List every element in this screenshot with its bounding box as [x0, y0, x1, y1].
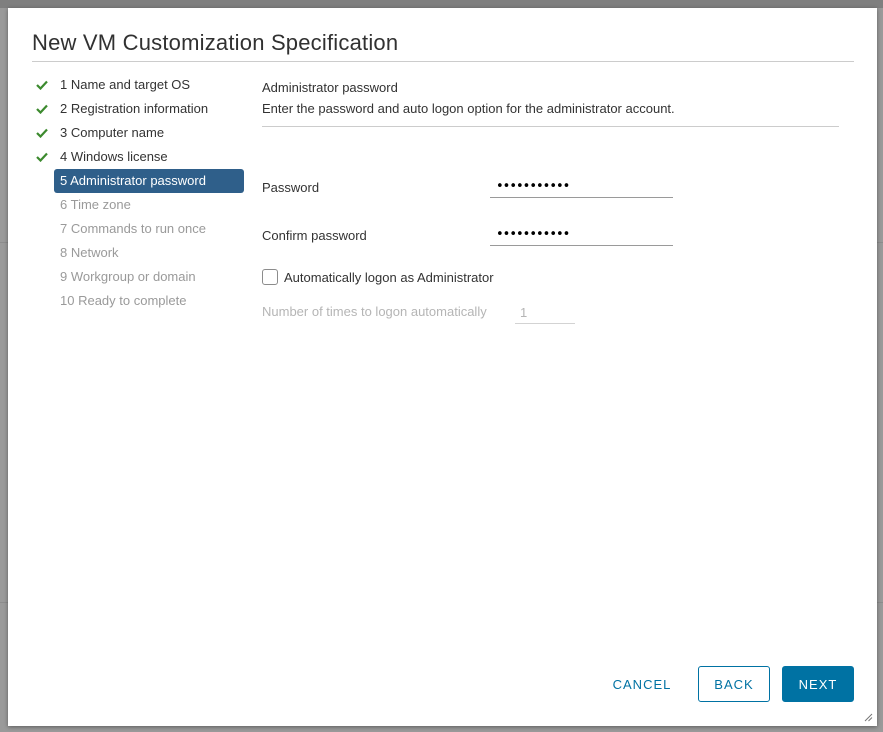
step-administrator-password[interactable]: 5 Administrator password	[54, 169, 244, 193]
checkmark-icon	[36, 128, 48, 138]
password-label: Password	[262, 180, 320, 195]
title-divider	[32, 61, 854, 62]
step-label: 3 Computer name	[60, 125, 165, 140]
step-workgroup-or-domain: 9 Workgroup or domain	[54, 265, 244, 289]
logon-times-label: Number of times to logon automatically	[262, 304, 487, 319]
dialog-title: New VM Customization Specification	[32, 30, 399, 55]
password-row: Password	[262, 172, 840, 202]
step-network: 8 Network	[54, 241, 244, 265]
back-button[interactable]: BACK	[698, 666, 770, 702]
step-label: 1 Name and target OS	[60, 77, 191, 92]
customization-spec-dialog: New VM Customization Specification 1 Nam…	[8, 8, 877, 726]
step-content: Administrator password Enter the passwor…	[262, 80, 840, 324]
password-input[interactable]	[490, 172, 673, 198]
logon-times-input	[515, 298, 575, 324]
background-toolbar	[0, 0, 883, 8]
step-label: 6 Time zone	[60, 197, 131, 212]
checkmark-icon	[36, 104, 48, 114]
section-description: Enter the password and auto logon option…	[262, 101, 675, 116]
step-time-zone: 6 Time zone	[54, 193, 244, 217]
step-ready-to-complete: 10 Ready to complete	[54, 289, 244, 313]
step-computer-name[interactable]: 3 Computer name	[36, 121, 244, 145]
step-label: 2 Registration information	[60, 101, 209, 116]
checkmark-icon	[36, 80, 48, 90]
resize-handle-icon[interactable]	[864, 713, 873, 722]
step-label: 5 Administrator password	[60, 173, 206, 188]
checkmark-icon	[36, 152, 48, 162]
step-label: 4 Windows license	[60, 149, 168, 164]
step-label: 10 Ready to complete	[60, 293, 187, 308]
cancel-button[interactable]: CANCEL	[606, 666, 678, 702]
auto-logon-label[interactable]: Automatically logon as Administrator	[284, 270, 494, 285]
step-name-and-target-os[interactable]: 1 Name and target OS	[36, 73, 244, 97]
section-title: Administrator password	[262, 80, 398, 95]
step-label: 7 Commands to run once	[60, 221, 206, 236]
logon-times-row: Number of times to logon automatically	[262, 298, 662, 324]
next-button[interactable]: NEXT	[782, 666, 854, 702]
step-label: 8 Network	[60, 245, 119, 260]
step-windows-license[interactable]: 4 Windows license	[36, 145, 244, 169]
section-divider	[262, 126, 839, 127]
wizard-steps: 1 Name and target OS 2 Registration info…	[36, 73, 246, 313]
confirm-password-input[interactable]	[490, 220, 673, 246]
auto-logon-checkbox[interactable]	[262, 269, 278, 285]
confirm-password-row: Confirm password	[262, 220, 840, 250]
step-label: 9 Workgroup or domain	[60, 269, 196, 284]
confirm-password-label: Confirm password	[262, 228, 367, 243]
step-commands-to-run-once: 7 Commands to run once	[54, 217, 244, 241]
step-registration-information[interactable]: 2 Registration information	[36, 97, 244, 121]
